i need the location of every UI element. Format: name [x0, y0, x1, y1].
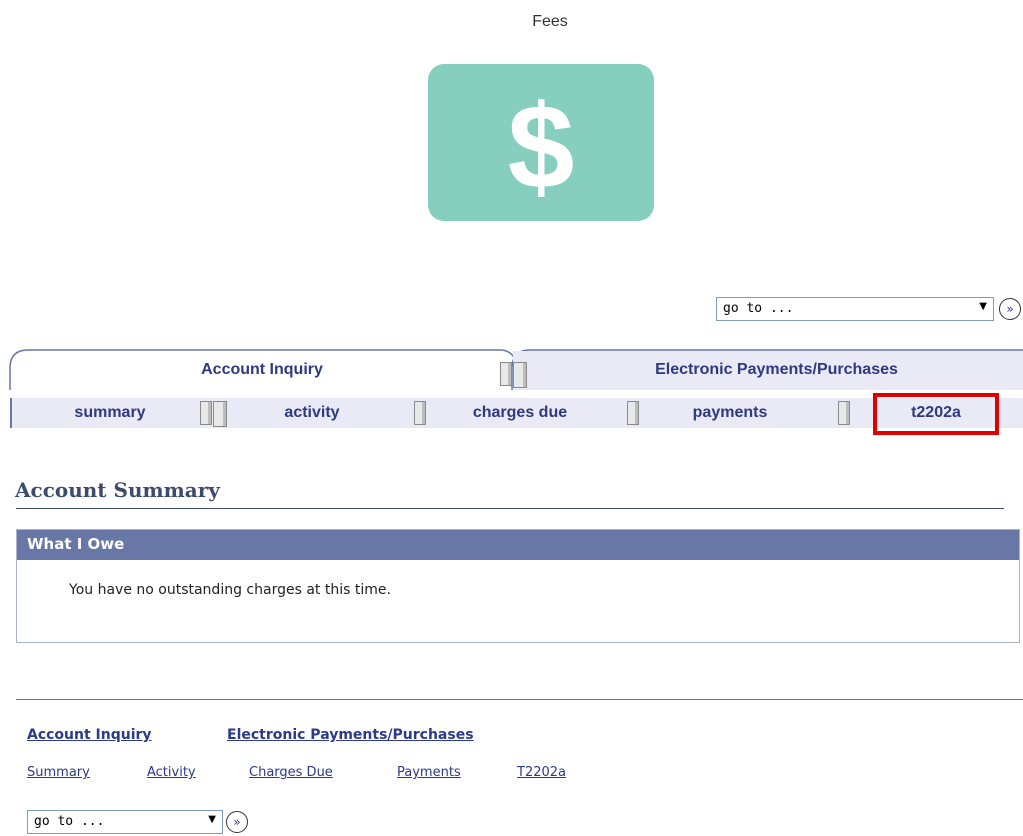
- subtab-charges-due[interactable]: charges due: [450, 404, 590, 422]
- goto-button[interactable]: »: [999, 298, 1021, 320]
- footer-link-payments[interactable]: Payments: [397, 765, 461, 780]
- goto-select-bottom[interactable]: go to ... ▼: [27, 810, 223, 834]
- tab-electronic-payments[interactable]: Electronic Payments/Purchases: [530, 361, 1023, 379]
- goto-select-value: go to ...: [723, 301, 794, 316]
- account-summary-heading: Account Summary: [15, 478, 220, 502]
- footer-link-account-inquiry[interactable]: Account Inquiry: [27, 727, 152, 743]
- fees-tile[interactable]: $: [428, 64, 654, 221]
- page-title: Fees: [532, 13, 568, 30]
- no-charges-message: You have no outstanding charges at this …: [69, 582, 391, 598]
- footer-link-t2202a[interactable]: T2202a: [517, 765, 566, 780]
- tab-divider-icon: [500, 362, 527, 388]
- chevron-down-icon: ▼: [979, 301, 987, 312]
- footer-link-summary[interactable]: Summary: [27, 765, 90, 780]
- what-i-owe-header: What I Owe: [17, 530, 1019, 560]
- goto-select[interactable]: go to ... ▼: [716, 297, 994, 321]
- footer-link-activity[interactable]: Activity: [147, 765, 196, 780]
- footer-divider: [16, 699, 1023, 700]
- chevron-down-icon: ▼: [208, 814, 216, 825]
- subtab-divider-icon: [838, 401, 850, 425]
- what-i-owe-box: What I Owe You have no outstanding charg…: [16, 529, 1020, 643]
- double-chevron-right-icon: »: [1006, 302, 1014, 316]
- footer-link-charges-due[interactable]: Charges Due: [249, 765, 333, 780]
- footer-link-electronic-payments[interactable]: Electronic Payments/Purchases: [227, 727, 474, 743]
- double-chevron-right-icon: »: [233, 815, 241, 829]
- subtab-divider-icon: [627, 401, 639, 425]
- goto-button-bottom[interactable]: »: [226, 811, 248, 833]
- svg-text:$: $: [508, 83, 575, 203]
- subtab-payments[interactable]: payments: [660, 404, 800, 422]
- subtab-divider-icon: [414, 401, 426, 425]
- subtab-activity[interactable]: activity: [242, 404, 382, 422]
- tab-account-inquiry[interactable]: Account Inquiry: [12, 361, 512, 379]
- subtab-summary[interactable]: summary: [40, 404, 180, 422]
- subtab-divider-icon: [200, 401, 227, 427]
- dollar-icon: $: [508, 83, 575, 203]
- goto-select-value: go to ...: [34, 814, 105, 829]
- heading-underline: [16, 508, 1004, 509]
- subtab-t2202a[interactable]: t2202a: [873, 393, 999, 435]
